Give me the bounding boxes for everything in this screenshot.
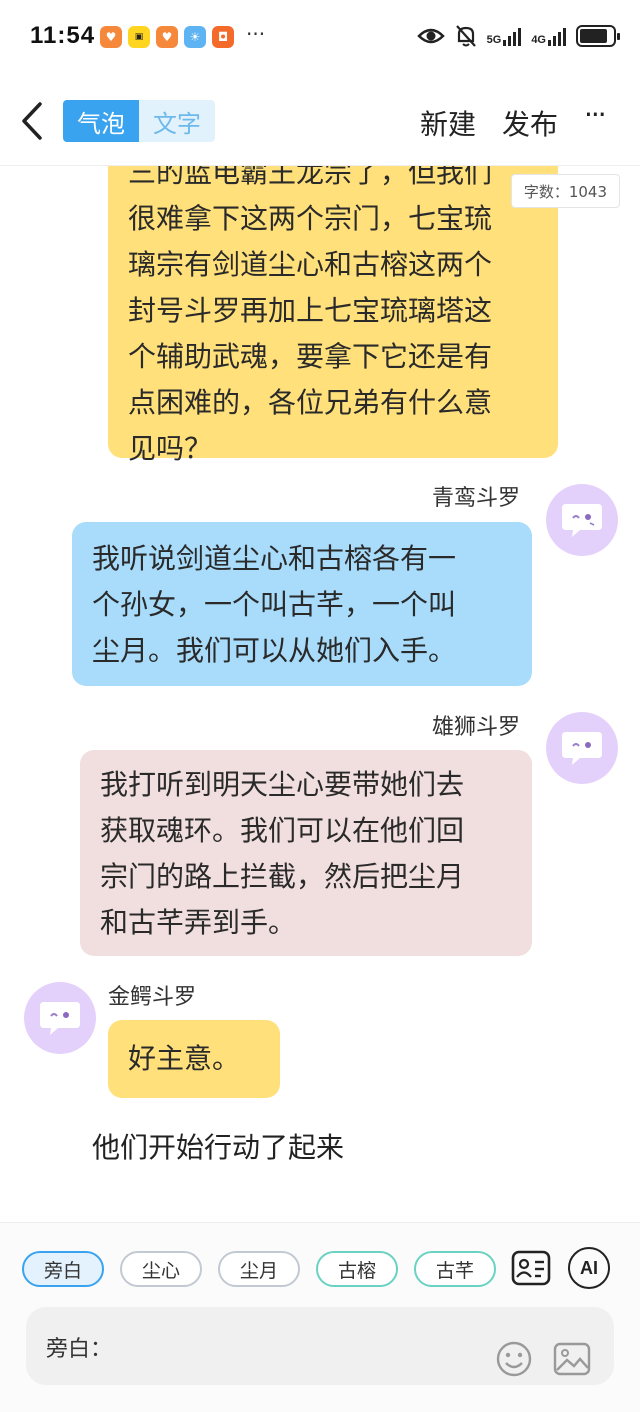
role-chips: 旁白 尘心 尘月 古榕 古芊 [22,1251,496,1287]
new-button[interactable]: 新建 [420,103,476,143]
heart-app-icon: ♥ [100,26,122,48]
network-4g-label: 4G [531,34,546,46]
message-bubble[interactable]: 好主意。 [108,1020,280,1098]
image-button[interactable] [552,1339,592,1379]
message-text-line: 宗门的路上拦截，然后把尘月 [100,860,465,893]
chat-area[interactable]: 字数：1043 三的蓝电霸王龙宗了，但我们 很难拿下这两个宗门，七宝琉 璃宗有剑… [0,166,640,1222]
heart-app-icon: ♥ [156,26,178,48]
message-text-line: 和古芊弄到手。 [100,906,297,939]
mute-bell-icon [455,25,476,47]
video-app-icon: ▣ [128,26,150,48]
role-chip-chenxin[interactable]: 尘心 [120,1251,202,1287]
compose-panel: 旁白 尘心 尘月 古榕 古芊 AI 旁白： [0,1222,640,1412]
chat-bubble-face-icon [562,732,602,765]
message-text-line: 见吗？ [128,432,213,465]
status-bar: 11:54 ♥ ▣ ♥ ☀ ◘ ··· 5G 4G [0,0,640,76]
ai-label: AI [580,1257,598,1278]
input-role-label: 旁白： [46,1337,113,1362]
more-menu-button[interactable]: ··· [584,98,607,131]
editor-header: 气泡 文字 新建 发布 ··· [0,76,640,166]
speaker-name: 金鳄斗罗 [108,985,197,1010]
contact-card-icon [511,1250,551,1286]
role-chip-chenyue[interactable]: 尘月 [218,1251,300,1287]
message-bubble[interactable]: 我听说剑道尘心和古榕各有一 个孙女，一个叫古芊，一个叫 尘月。我们可以从她们入手… [72,522,532,686]
battery-icon [576,25,620,47]
message-input[interactable]: 旁白： [26,1307,614,1385]
tab-bubble[interactable]: 气泡 [63,100,139,142]
signal-4g-icon [548,26,566,46]
role-chip-gurong[interactable]: 古榕 [316,1251,398,1287]
status-time: 11:54 [30,22,96,49]
weather-app-icon: ☀ [184,26,206,48]
shop-app-icon: ◘ [212,26,234,48]
network-5g-label: 5G [486,34,502,46]
publish-button[interactable]: 发布 [502,103,558,143]
message-text-line: 获取魂环。我们可以在他们回 [100,814,465,847]
message-text-line: 很难拿下这两个宗门，七宝琉 [128,202,493,235]
message-text-line: 我听说剑道尘心和古榕各有一 [92,542,457,575]
emoji-button[interactable] [494,1339,534,1379]
message-text-line: 好主意。 [128,1042,241,1075]
message-text-line: 我打听到明天尘心要带她们去 [100,768,465,801]
signal-5g-icon [503,26,522,46]
message-bubble[interactable]: 三的蓝电霸王龙宗了，但我们 很难拿下这两个宗门，七宝琉 璃宗有剑道尘心和古榕这两… [108,166,558,465]
mode-switch: 气泡 文字 [63,100,215,142]
speaker-name: 青鸾斗罗 [432,486,521,511]
narration-text[interactable]: 他们开始行动了起来 [92,1126,344,1166]
more-notifications-icon: ··· [246,22,266,46]
message-text-line: 璃宗有剑道尘心和古榕这两个 [128,248,493,281]
word-count-badge: 字数：1043 [510,174,620,208]
message-text-line: 个孙女，一个叫古芊，一个叫 [92,588,457,621]
avatar[interactable] [546,484,618,556]
message-text-line: 点困难的，各位兄弟有什么意 [128,386,493,419]
chevron-left-icon [22,102,42,140]
smiley-icon [496,1341,532,1377]
ai-button[interactable]: AI [568,1247,610,1289]
tab-text[interactable]: 文字 [139,100,215,142]
role-chip-narration[interactable]: 旁白 [22,1251,104,1287]
avatar[interactable] [24,982,96,1054]
battery-level [580,29,608,43]
image-icon [553,1342,591,1376]
notification-icons: ♥ ▣ ♥ ☀ ◘ [100,26,234,48]
message-text-line: 个辅助武魂，要拿下它还是有 [128,340,493,373]
message-text-line: 封号斗罗再加上七宝琉璃塔这 [128,294,493,327]
message-text-line: 三的蓝电霸王龙宗了，但我们 [128,166,493,189]
back-button[interactable] [16,100,50,142]
eye-icon [416,28,445,44]
avatar[interactable] [546,712,618,784]
speaker-name: 雄狮斗罗 [432,715,521,740]
message-text-line: 尘月。我们可以从她们入手。 [92,634,457,667]
chat-bubble-face-icon [562,504,602,537]
chat-bubble-face-icon [40,1002,80,1035]
status-indicators: 5G 4G [416,24,620,48]
role-chip-guqian[interactable]: 古芊 [414,1251,496,1287]
message-bubble[interactable]: 我打听到明天尘心要带她们去 获取魂环。我们可以在他们回 宗门的路上拦截，然后把尘… [80,750,532,956]
character-card-button[interactable] [510,1247,552,1289]
